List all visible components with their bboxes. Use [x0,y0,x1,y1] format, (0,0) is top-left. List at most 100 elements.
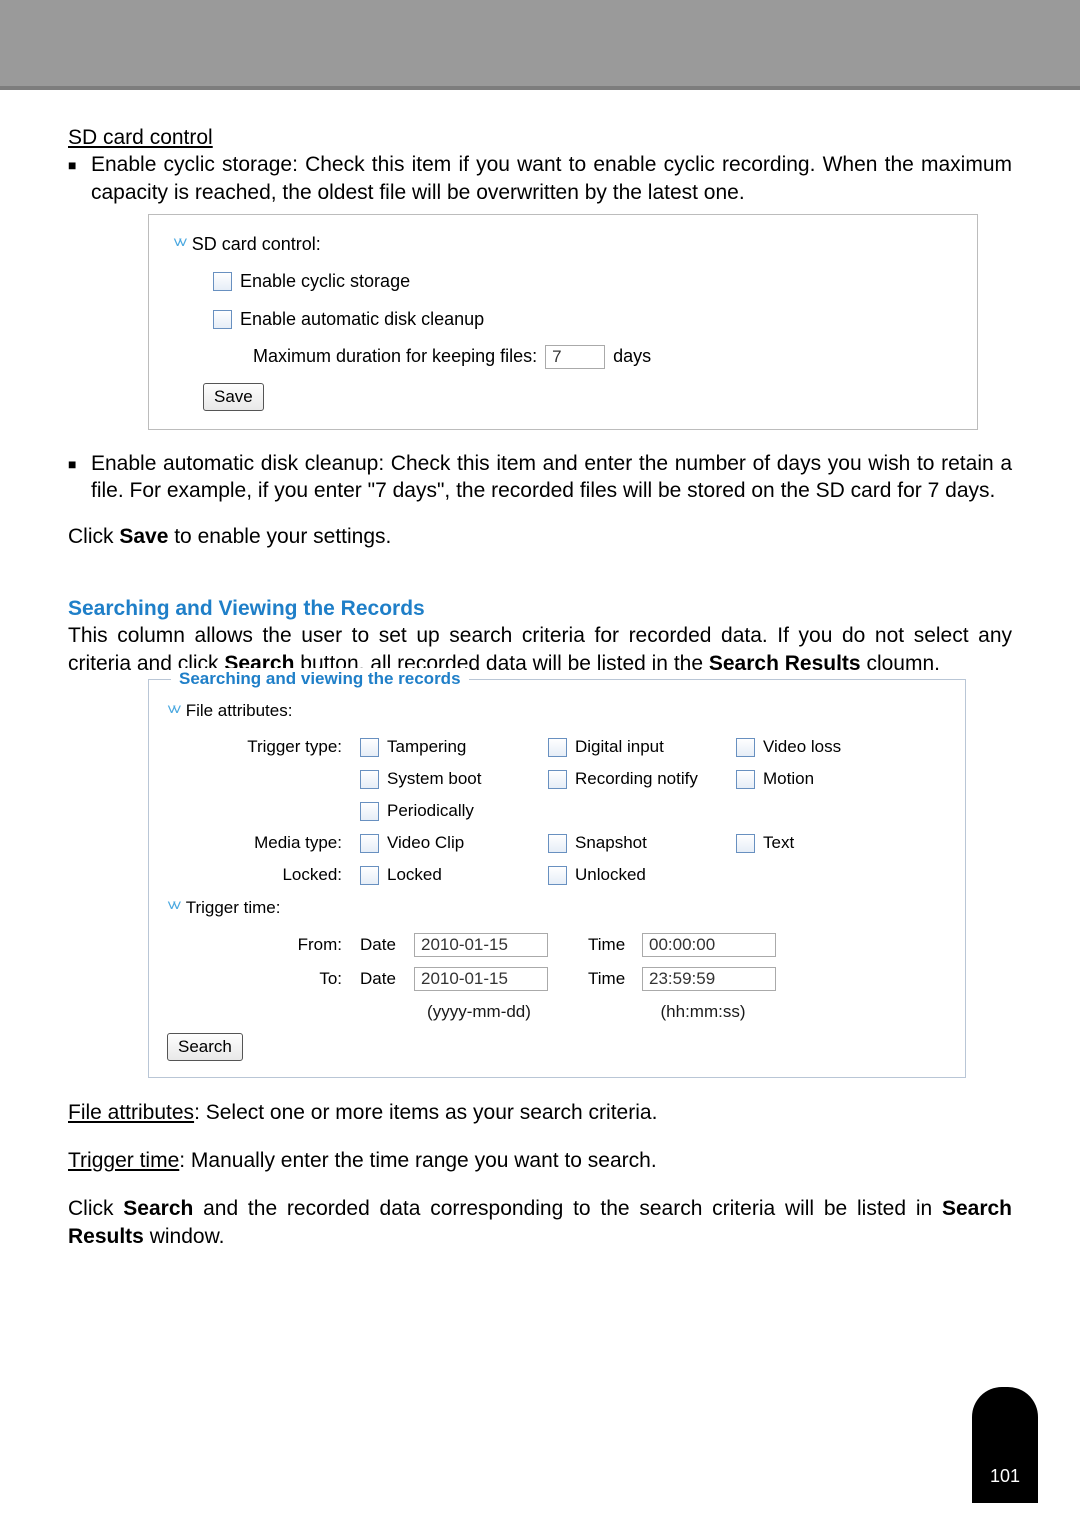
input-max-duration-days[interactable]: 7 [545,345,605,369]
page-content: SD card control ■ Enable cyclic storage:… [0,90,1080,1250]
save-button[interactable]: Save [203,383,264,411]
page-number: 101 [990,1466,1020,1487]
time-word: Time [588,934,636,956]
click-save-bold: Save [119,525,168,548]
footer-post: window. [144,1225,225,1248]
trigger-time-underline: Trigger time [68,1149,179,1172]
trigger-type-row-2: System boot Recording notify Motion [167,768,947,790]
from-row: From: Date 2010-01-15 Time 00:00:00 [167,933,947,957]
document-page: SD card control ■ Enable cyclic storage:… [0,0,1080,1527]
label-unlocked: Unlocked [575,864,646,886]
trigger-type-row-1: Trigger type: Tampering Digital input Vi… [167,736,947,758]
label-periodically: Periodically [387,800,474,822]
checkbox-recording-notify[interactable] [548,770,567,789]
input-from-date[interactable]: 2010-01-15 [414,933,548,957]
checkbox-cyclic-storage[interactable] [213,272,232,291]
intro-post: cloumn. [861,652,940,675]
label-digital-input: Digital input [575,736,664,758]
row-max-duration: Maximum duration for keeping files: 7 da… [253,345,953,369]
from-label: From: [167,934,360,956]
chevron-down-icon[interactable]: ˅˅ [167,897,178,918]
label-max-duration: Maximum duration for keeping files: [253,345,537,368]
footer-bold-search: Search [123,1197,193,1220]
bullet-cyclic-text: Enable cyclic storage: Check this item i… [91,151,1012,206]
label-tampering: Tampering [387,736,466,758]
sd-card-control-title: SD card control [68,124,1012,151]
checkbox-video-loss[interactable] [736,738,755,757]
click-save-post: to enable your settings. [168,525,391,548]
checkbox-locked[interactable] [360,866,379,885]
checkbox-periodically[interactable] [360,802,379,821]
chevron-down-icon[interactable]: ˅˅ [173,234,184,255]
footer-pre: Click [68,1197,123,1220]
format-hints-row: (yyyy-mm-dd) (hh:mm:ss) [167,1001,947,1023]
to-row: To: Date 2010-01-15 Time 23:59:59 [167,967,947,991]
label-snapshot: Snapshot [575,832,647,854]
media-type-row: Media type: Video Clip Snapshot Text [167,832,947,854]
checkbox-unlocked[interactable] [548,866,567,885]
checkbox-snapshot[interactable] [548,834,567,853]
intro-bold-results: Search Results [709,652,861,675]
label-system-boot: System boot [387,768,482,790]
label-video-clip: Video Clip [387,832,464,854]
bullet-square-icon: ■ [68,450,91,505]
top-grey-bar [0,0,1080,90]
row-enable-cyclic: Enable cyclic storage [213,270,953,293]
fieldset-legend: Searching and viewing the records [171,668,469,690]
chevron-down-icon[interactable]: ˅˅ [167,701,178,722]
label-locked: Locked [387,864,442,886]
sd-box-header: ˅˅ SD card control: [173,233,953,256]
trigger-time-label: Trigger time: [186,897,281,919]
label-days-unit: days [613,345,651,368]
sd-box-header-label: SD card control: [192,233,321,256]
date-word: Date [360,968,408,990]
checkbox-system-boot[interactable] [360,770,379,789]
bullet-square-icon: ■ [68,151,91,206]
checkbox-text[interactable] [736,834,755,853]
row-save-btn: Save [203,383,953,411]
footer-paragraph: Click Search and the recorded data corre… [68,1195,1012,1250]
input-to-date[interactable]: 2010-01-15 [414,967,548,991]
input-to-time[interactable]: 23:59:59 [642,967,776,991]
checkbox-auto-cleanup[interactable] [213,310,232,329]
checkbox-digital-input[interactable] [548,738,567,757]
checkbox-tampering[interactable] [360,738,379,757]
trigger-type-label: Trigger type: [167,736,360,758]
file-attributes-note: File attributes: Select one or more item… [68,1099,1012,1126]
click-save-pre: Click [68,525,119,548]
file-attributes-underline: File attributes [68,1101,194,1124]
file-attributes-rest: : Select one or more items as your searc… [194,1101,657,1124]
bullet-cleanup-text: Enable automatic disk cleanup: Check thi… [91,450,1012,505]
checkbox-motion[interactable] [736,770,755,789]
label-text: Text [763,832,794,854]
file-attributes-label: File attributes: [186,700,293,722]
label-recording-notify: Recording notify [575,768,698,790]
click-save-paragraph: Click Save to enable your settings. [68,523,1012,550]
search-btn-row: Search [167,1033,947,1061]
sd-card-control-box: ˅˅ SD card control: Enable cyclic storag… [148,214,978,430]
bullet-auto-cleanup: ■ Enable automatic disk cleanup: Check t… [68,450,1012,505]
page-number-badge: 101 [972,1387,1038,1503]
trigger-time-rest: : Manually enter the time range you want… [179,1149,656,1172]
searching-records-box: Searching and viewing the records ˅˅ Fil… [148,679,966,1078]
file-attributes-header: ˅˅ File attributes: [167,700,947,722]
label-motion: Motion [763,768,814,790]
locked-row: Locked: Locked Unlocked [167,864,947,886]
row-enable-cleanup: Enable automatic disk cleanup [213,308,953,331]
input-from-time[interactable]: 00:00:00 [642,933,776,957]
footer-mid: and the recorded data corresponding to t… [193,1197,942,1220]
checkbox-video-clip[interactable] [360,834,379,853]
date-format-hint: (yyyy-mm-dd) [414,1001,544,1023]
time-format-hint: (hh:mm:ss) [638,1001,768,1023]
locked-label: Locked: [167,864,360,886]
time-word: Time [588,968,636,990]
to-label: To: [167,968,360,990]
searching-heading: Searching and Viewing the Records [68,595,1012,622]
date-word: Date [360,934,408,956]
trigger-time-header: ˅˅ Trigger time: [167,897,947,919]
label-cyclic-storage: Enable cyclic storage [240,270,410,293]
search-button[interactable]: Search [167,1033,243,1061]
bullet-cyclic-storage: ■ Enable cyclic storage: Check this item… [68,151,1012,206]
media-type-label: Media type: [167,832,360,854]
label-video-loss: Video loss [763,736,841,758]
